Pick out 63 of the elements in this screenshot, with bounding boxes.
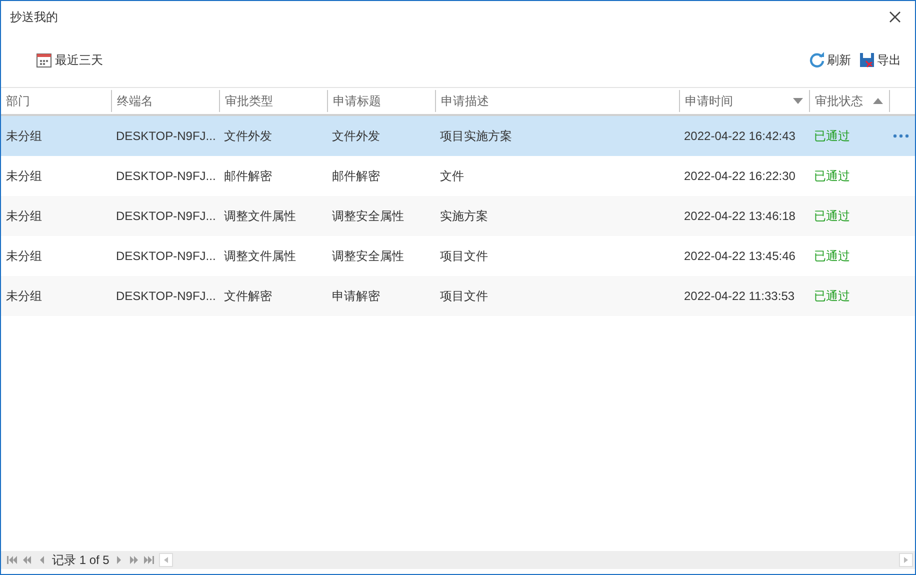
next-page-icon[interactable]	[129, 556, 140, 564]
table-cell-text: 已通过	[813, 288, 851, 305]
table-cell-text: 2022-04-22 13:45:46	[683, 248, 796, 265]
record-counter: 记录 1 of 5	[52, 552, 110, 569]
table-cell-text: 未分组	[5, 208, 43, 225]
first-page-icon[interactable]	[7, 556, 17, 564]
table-cell-text: 2022-04-22 16:42:43	[683, 128, 796, 145]
table-cell-text: 调整安全属性	[331, 208, 405, 225]
column-header[interactable]: 申请描述	[435, 90, 679, 112]
table-cell-text: 调整文件属性	[223, 248, 297, 265]
column-header[interactable]: 部门	[1, 90, 111, 112]
table-cell-text: 文件解密	[223, 288, 273, 305]
sort-descending-icon[interactable]	[793, 98, 803, 104]
table-cell-text: DESKTOP-N9FJ...	[115, 168, 217, 185]
export-button[interactable]: 导出	[859, 51, 901, 69]
table-cell-text: 项目实施方案	[439, 128, 513, 145]
table-cell-text: DESKTOP-N9FJ...	[115, 288, 217, 305]
table-cell-text: 已通过	[813, 248, 851, 265]
column-header[interactable]: 审批类型	[219, 90, 327, 112]
table-cell-text: 邮件解密	[223, 168, 273, 185]
save-export-icon	[859, 52, 875, 68]
last-page-icon[interactable]	[144, 556, 154, 564]
table-cell-text: 未分组	[5, 248, 43, 265]
table-cell-text: 项目文件	[439, 248, 489, 265]
table-cell-text: 实施方案	[439, 208, 489, 225]
scroll-right-icon[interactable]	[904, 557, 908, 563]
refresh-button[interactable]: 刷新	[809, 51, 851, 69]
column-header[interactable]: 终端名	[111, 90, 219, 112]
table-cell-text: DESKTOP-N9FJ...	[115, 208, 217, 225]
table-cell-text: 未分组	[5, 128, 43, 145]
calendar-icon	[36, 52, 52, 68]
table-cell-text: 申请解密	[331, 288, 381, 305]
table-cell-text: 邮件解密	[331, 168, 381, 185]
window-title: 抄送我的	[10, 9, 58, 26]
table-cell-text: 未分组	[5, 288, 43, 305]
table-row[interactable]: 未分组 DESKTOP-N9FJ... 文件解密 申请解密 项目文件 2022-04-22 11:33:53 已通过	[1, 276, 915, 316]
table-cell-text: 项目文件	[439, 288, 489, 305]
scroll-left-icon[interactable]	[164, 557, 168, 563]
table-cell-text: 文件	[439, 168, 465, 185]
column-header[interactable]: 申请标题	[327, 90, 435, 112]
table-cell-text: 调整文件属性	[223, 208, 297, 225]
more-options-icon[interactable]	[893, 134, 909, 138]
close-icon[interactable]	[889, 11, 901, 23]
table-cell-text: 2022-04-22 16:22:30	[683, 168, 796, 185]
horizontal-scrollbar[interactable]	[159, 552, 915, 568]
table-cell-text: 2022-04-22 11:33:53	[683, 288, 796, 305]
table-row[interactable]: 未分组 DESKTOP-N9FJ... 文件外发 文件外发 项目实施方案 2022-04-22 16:42:43 已通过	[1, 116, 915, 156]
table-cell-text: 文件外发	[223, 128, 273, 145]
table-row[interactable]: 未分组 DESKTOP-N9FJ... 调整文件属性 调整安全属性 实施方案 2022-04-22 13:46:18 已通过	[1, 196, 915, 236]
date-filter-button[interactable]: 最近三天	[36, 51, 103, 69]
table-cell-text: DESKTOP-N9FJ...	[115, 128, 217, 145]
table-cell-text: 调整安全属性	[331, 248, 405, 265]
table-cell-text: 已通过	[813, 168, 851, 185]
refresh-icon	[809, 52, 825, 68]
table-cell-text: DESKTOP-N9FJ...	[115, 248, 217, 265]
previous-page-icon[interactable]	[22, 556, 32, 564]
column-header[interactable]: 申请时间	[679, 90, 809, 112]
sort-ascending-icon[interactable]	[873, 98, 883, 104]
table-cell-text: 未分组	[5, 168, 43, 185]
table-cell-text: 已通过	[813, 208, 851, 225]
table-cell-text: 2022-04-22 13:46:18	[683, 208, 796, 225]
table-cell-text: 已通过	[813, 128, 851, 145]
table-cell-text: 文件外发	[331, 128, 381, 145]
